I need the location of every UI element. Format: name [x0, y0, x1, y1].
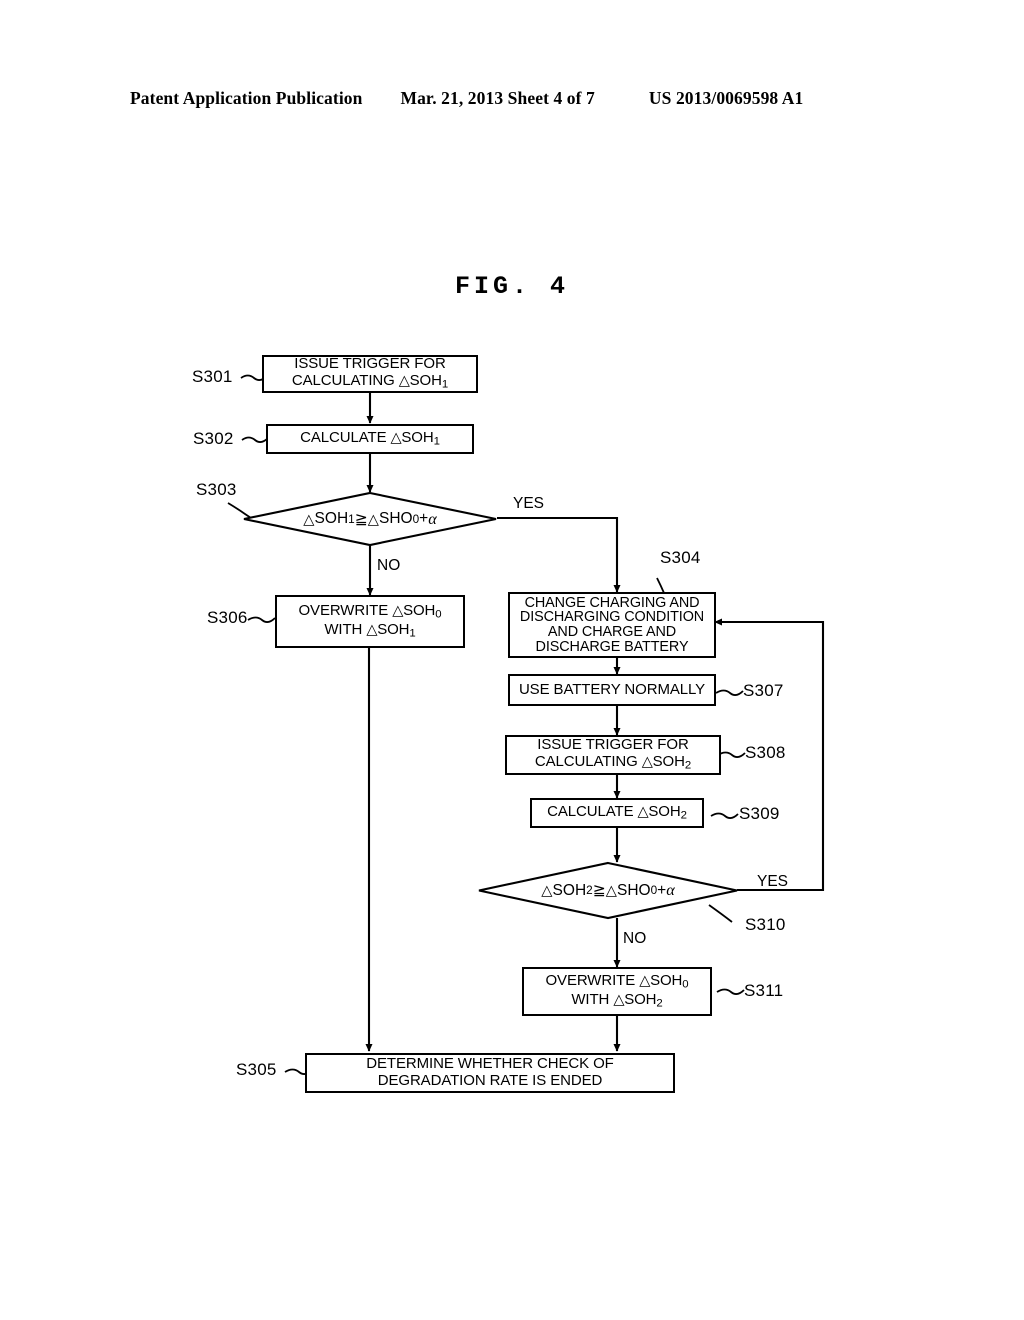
- leader-s306: [247, 616, 276, 623]
- flow-node-s304[interactable]: CHANGE CHARGING AND DISCHARGING CONDITION…: [508, 592, 716, 658]
- step-tag-s302: S302: [193, 429, 234, 448]
- flow-node-s310-text: △ SOH 2 ≧ △ SHO 0 + α: [541, 881, 675, 899]
- flow-node-s301[interactable]: ISSUE TRIGGER FOR CALCULATING △SOH1: [262, 355, 478, 393]
- flow-node-s309-text: CALCULATE △SOH2: [547, 802, 687, 822]
- flow-node-s303[interactable]: △ SOH 1 ≧ △ SHO 0 + α: [243, 491, 497, 547]
- step-tag-s309: S309: [739, 804, 780, 823]
- step-tag-s301: S301: [192, 367, 233, 386]
- flow-node-s307[interactable]: USE BATTERY NORMALLY: [508, 674, 716, 706]
- flow-node-s308-text: ISSUE TRIGGER FOR CALCULATING △SOH2: [534, 736, 692, 772]
- flow-node-s311[interactable]: OVERWRITE △SOH0 WITH △SOH2: [522, 967, 712, 1016]
- flowchart-diagram: ISSUE TRIGGER FOR CALCULATING △SOH1 S301 …: [0, 0, 1024, 1320]
- leader-s304: [656, 577, 665, 594]
- flow-node-s309[interactable]: CALCULATE △SOH2: [530, 798, 704, 828]
- branch-label-s310-yes: YES: [757, 873, 789, 890]
- step-tag-s308: S308: [745, 743, 786, 762]
- flow-node-s304-text: CHANGE CHARGING AND DISCHARGING CONDITION…: [519, 594, 705, 655]
- leader-s309: [710, 812, 739, 819]
- flow-node-s311-text: OVERWRITE △SOH0 WITH △SOH2: [545, 972, 689, 1009]
- flow-node-s301-text: ISSUE TRIGGER FOR CALCULATING △SOH1: [291, 355, 449, 391]
- connector-s303-yes-s304: [497, 516, 621, 593]
- flow-node-s305[interactable]: DETERMINE WHETHER CHECK OF DEGRADATION RA…: [305, 1053, 675, 1093]
- step-tag-s305: S305: [236, 1060, 277, 1079]
- flow-node-s303-text: △ SOH 1 ≧ △ SHO 0 + α: [303, 509, 437, 528]
- flow-node-s302[interactable]: CALCULATE △SOH1: [266, 424, 474, 454]
- step-tag-s303: S303: [196, 480, 237, 499]
- branch-label-s303-yes: YES: [513, 495, 545, 512]
- flow-node-s307-text: USE BATTERY NORMALLY: [518, 680, 706, 698]
- leader-s311: [716, 988, 745, 995]
- step-tag-s304: S304: [660, 548, 701, 567]
- step-tag-s306: S306: [207, 608, 248, 627]
- leader-s306r: [715, 689, 744, 696]
- flow-node-s310[interactable]: △ SOH 2 ≧ △ SHO 0 + α: [478, 861, 738, 920]
- branch-label-s303-no: NO: [377, 557, 401, 574]
- flowchart-connectors: [227, 374, 825, 1075]
- leader-s302: [241, 436, 269, 443]
- flow-node-s306[interactable]: OVERWRITE △SOH0 WITH △SOH1: [275, 595, 465, 648]
- flow-node-s305-text: DETERMINE WHETHER CHECK OF DEGRADATION RA…: [366, 1055, 614, 1089]
- flow-node-s306-text: OVERWRITE △SOH0 WITH △SOH1: [298, 602, 442, 639]
- step-tag-s310: S310: [745, 915, 786, 934]
- step-tag-s307: S307: [743, 681, 784, 700]
- flow-node-s302-text: CALCULATE △SOH1: [300, 428, 440, 448]
- step-tag-s311: S311: [744, 981, 784, 1000]
- flow-node-s308[interactable]: ISSUE TRIGGER FOR CALCULATING △SOH2: [505, 735, 721, 775]
- branch-label-s310-no: NO: [623, 930, 647, 947]
- leader-s308: [717, 751, 746, 758]
